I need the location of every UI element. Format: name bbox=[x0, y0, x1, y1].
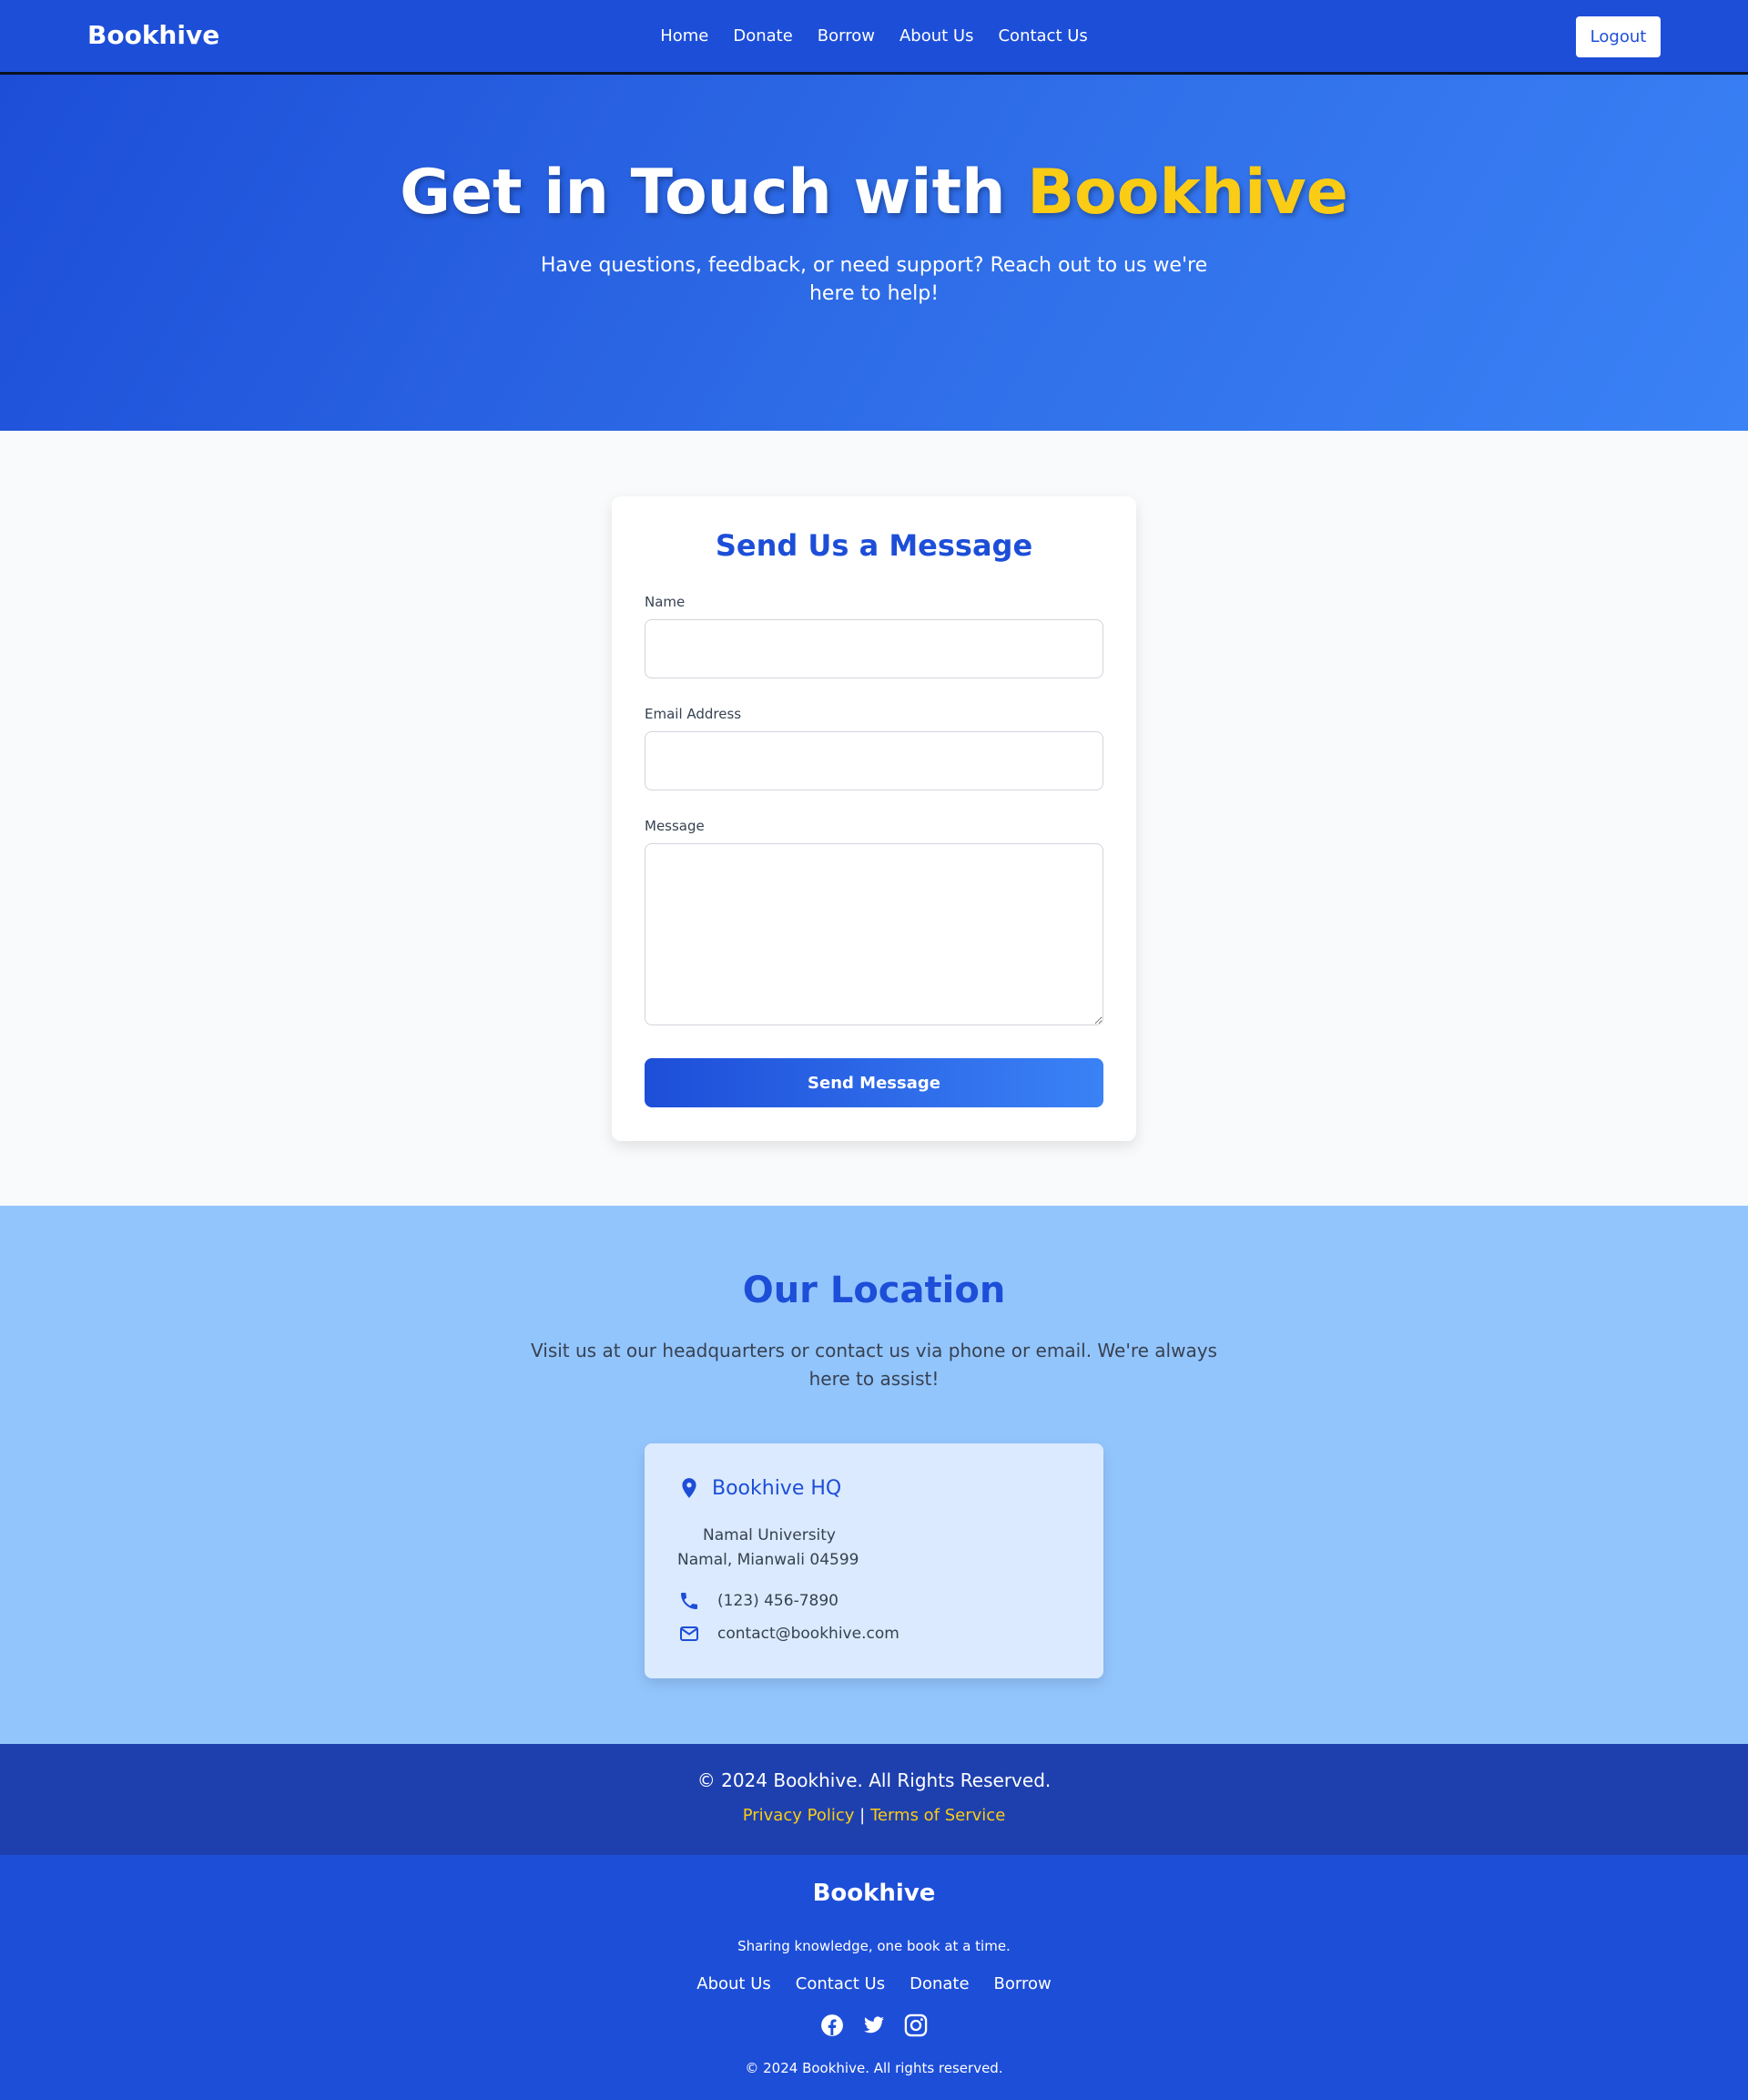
navbar: Bookhive Home Donate Borrow About Us Con… bbox=[0, 0, 1748, 75]
message-textarea[interactable] bbox=[645, 843, 1103, 1025]
email-input[interactable] bbox=[645, 731, 1103, 790]
instagram-icon[interactable] bbox=[902, 2012, 930, 2039]
email-label: Email Address bbox=[645, 706, 742, 722]
privacy-policy-link[interactable]: Privacy Policy bbox=[743, 1806, 855, 1825]
mail-icon bbox=[677, 1622, 701, 1646]
nav-link-donate[interactable]: Donate bbox=[733, 26, 792, 46]
nav-link-home[interactable]: Home bbox=[660, 26, 708, 46]
footer-tagline: Sharing knowledge, one book at a time. bbox=[737, 1938, 1011, 1954]
nav-link-borrow[interactable]: Borrow bbox=[818, 26, 875, 46]
footer-links: About Us Contact Us Donate Borrow bbox=[0, 1974, 1748, 1993]
footer-link-borrow[interactable]: Borrow bbox=[994, 1974, 1052, 1993]
phone-icon bbox=[677, 1589, 701, 1613]
map-pin-icon bbox=[677, 1476, 701, 1500]
hq-address: Namal University Namal, Mianwali 04599 bbox=[677, 1524, 859, 1573]
nav-links: Home Donate Borrow About Us Contact Us bbox=[0, 26, 1748, 46]
footer-link-donate[interactable]: Donate bbox=[910, 1974, 969, 1993]
hero-title-accent: Bookhive bbox=[1027, 157, 1348, 229]
email-row: contact@bookhive.com bbox=[677, 1622, 899, 1646]
send-message-button[interactable]: Send Message bbox=[645, 1058, 1103, 1107]
hero-section: Get in Touch with Bookhive Have question… bbox=[0, 75, 1748, 431]
hero-title-prefix: Get in Touch with bbox=[400, 157, 1028, 229]
twitter-icon[interactable] bbox=[860, 2012, 888, 2039]
legal-separator: | bbox=[859, 1806, 866, 1825]
footer-brand: Bookhive bbox=[812, 1880, 936, 1907]
terms-of-service-link[interactable]: Terms of Service bbox=[870, 1806, 1005, 1825]
footer-link-contact-us[interactable]: Contact Us bbox=[796, 1974, 885, 1993]
location-subtitle: Visit us at our headquarters or contact … bbox=[531, 1340, 1217, 1390]
footer-bottom-copyright: © 2024 Bookhive. All rights reserved. bbox=[745, 2060, 1003, 2076]
location-card: Bookhive HQ Namal University Namal, Mian… bbox=[645, 1443, 1103, 1678]
nav-link-about-us[interactable]: About Us bbox=[899, 26, 974, 46]
phone-row: (123) 456-7890 bbox=[677, 1589, 838, 1613]
hq-name: Bookhive HQ bbox=[712, 1476, 842, 1500]
name-label: Name bbox=[645, 594, 686, 610]
footer-copyright: © 2024 Bookhive. All Rights Reserved. bbox=[696, 1769, 1052, 1791]
hero-title: Get in Touch with Bookhive bbox=[0, 157, 1748, 229]
footer-main: Bookhive Sharing knowledge, one book at … bbox=[0, 1855, 1748, 2100]
name-input[interactable] bbox=[645, 619, 1103, 678]
contact-email[interactable]: contact@bookhive.com bbox=[717, 1625, 899, 1643]
message-label: Message bbox=[645, 818, 705, 834]
address-line-1: Namal University bbox=[703, 1526, 836, 1544]
contact-form-card: Send Us a Message Name Email Address Mes… bbox=[612, 496, 1136, 1141]
nav-link-contact-us[interactable]: Contact Us bbox=[998, 26, 1087, 46]
location-section: Our Location Visit us at our headquarter… bbox=[0, 1206, 1748, 1744]
address-line-2: Namal, Mianwali 04599 bbox=[677, 1551, 859, 1569]
logout-button[interactable]: Logout bbox=[1576, 16, 1661, 57]
footer-link-about-us[interactable]: About Us bbox=[696, 1974, 771, 1993]
contact-form-section: Send Us a Message Name Email Address Mes… bbox=[0, 431, 1748, 1206]
footer-legal-links: Privacy Policy | Terms of Service bbox=[0, 1806, 1748, 1825]
phone-number[interactable]: (123) 456-7890 bbox=[717, 1592, 838, 1610]
form-title: Send Us a Message bbox=[715, 528, 1033, 563]
hero-subtitle: Have questions, feedback, or need suppor… bbox=[540, 254, 1208, 305]
location-title: Our Location bbox=[742, 1269, 1006, 1311]
footer-legal: © 2024 Bookhive. All Rights Reserved. Pr… bbox=[0, 1744, 1748, 1855]
facebook-icon[interactable] bbox=[818, 2012, 846, 2039]
hq-row: Bookhive HQ bbox=[677, 1476, 841, 1500]
social-links bbox=[0, 2012, 1748, 2039]
